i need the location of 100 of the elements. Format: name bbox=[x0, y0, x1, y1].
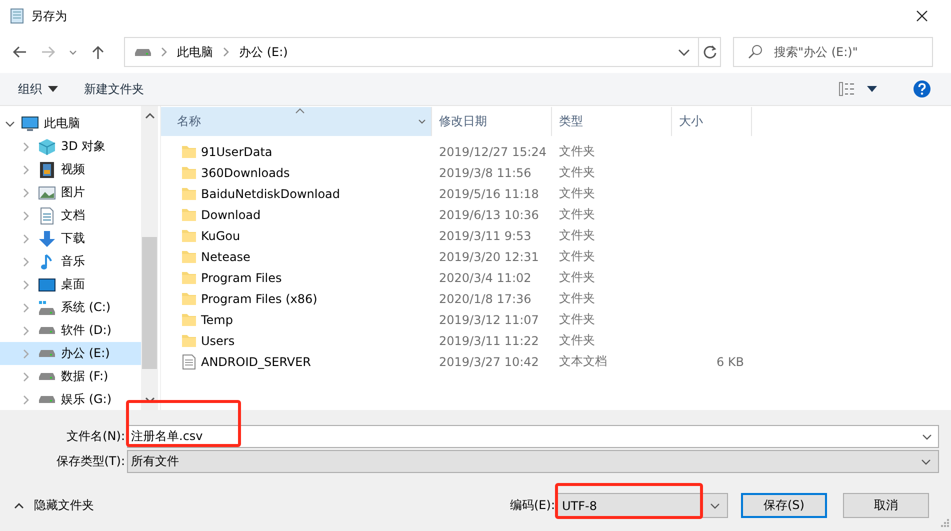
search-icon bbox=[747, 44, 763, 60]
cancel-button[interactable]: 取消 bbox=[843, 493, 929, 518]
computer-icon bbox=[21, 114, 39, 132]
chevron-right-icon bbox=[221, 46, 231, 58]
file-name: ANDROID_SERVER bbox=[201, 354, 311, 368]
refresh-icon bbox=[702, 44, 718, 60]
help-icon[interactable] bbox=[913, 80, 931, 98]
file-row[interactable]: BaiduNetdiskDownload 2019/5/16 11:18 文件夹 bbox=[161, 183, 951, 204]
save-button[interactable]: 保存(S) bbox=[741, 493, 827, 518]
tree-item[interactable]: 娱乐 (G:) bbox=[0, 388, 141, 411]
tree-item[interactable]: 软件 (D:) bbox=[0, 319, 141, 342]
tree-item[interactable]: 文档 bbox=[0, 204, 141, 227]
folder-icon bbox=[181, 206, 197, 222]
scrollbar[interactable] bbox=[141, 106, 158, 410]
tree-item[interactable]: 3D 对象 bbox=[0, 135, 141, 158]
hide-folders-button[interactable]: 隐藏文件夹 bbox=[10, 495, 98, 516]
breadcrumb[interactable]: 办公 (E:) bbox=[239, 44, 288, 60]
organize-menu[interactable]: 组织 bbox=[10, 78, 66, 100]
notepad-icon bbox=[9, 8, 25, 24]
file-size: 6 KB bbox=[716, 354, 744, 368]
cube-icon bbox=[38, 138, 56, 156]
caret-icon bbox=[48, 86, 58, 92]
tree-item[interactable]: 数据 (F:) bbox=[0, 365, 141, 388]
column-header[interactable]: 修改日期 bbox=[432, 107, 552, 136]
up-arrow-icon[interactable] bbox=[90, 44, 106, 60]
file-type: 文件夹 bbox=[559, 332, 595, 349]
chevron-right-icon bbox=[159, 46, 169, 58]
file-date: 2019/3/8 11:56 bbox=[439, 166, 532, 180]
encoding-dropdown[interactable]: UTF-8 bbox=[557, 493, 728, 518]
file-type: 文件夹 bbox=[559, 290, 595, 307]
scroll-up-icon bbox=[144, 112, 154, 120]
file-name: Temp bbox=[201, 312, 233, 326]
new-folder-button[interactable]: 新建文件夹 bbox=[76, 78, 152, 100]
chevron-up-icon bbox=[14, 502, 24, 510]
file-row[interactable]: Program Files 2020/3/4 11:02 文件夹 bbox=[161, 267, 951, 288]
search-field[interactable]: 搜索"办公 (E:)" bbox=[733, 37, 933, 67]
tree-item[interactable]: 办公 (E:) bbox=[0, 342, 141, 365]
tree-item[interactable]: 桌面 bbox=[0, 273, 141, 296]
file-row[interactable]: Users 2019/3/11 11:22 文件夹 bbox=[161, 330, 951, 351]
file-row[interactable]: Temp 2019/3/12 11:07 文件夹 bbox=[161, 309, 951, 330]
file-row[interactable]: 91UserData 2019/12/27 15:24 文件夹 bbox=[161, 141, 951, 162]
folder-icon bbox=[181, 332, 197, 348]
file-type: 文件夹 bbox=[559, 143, 595, 160]
drive-icon bbox=[39, 300, 55, 314]
file-name: 91UserData bbox=[201, 144, 272, 158]
column-header[interactable]: 类型 bbox=[552, 107, 672, 136]
file-date: 2019/3/27 10:42 bbox=[439, 354, 539, 368]
tree-item[interactable]: 系统 (C:) bbox=[0, 296, 141, 319]
file-type: 文件夹 bbox=[559, 311, 595, 328]
file-type: 文件夹 bbox=[559, 227, 595, 244]
file-type-dropdown[interactable]: 所有文件 bbox=[127, 450, 939, 473]
sort-up-icon bbox=[295, 108, 305, 114]
file-row[interactable]: Download 2019/6/13 10:36 文件夹 bbox=[161, 204, 951, 225]
file-date: 2019/6/13 10:36 bbox=[439, 208, 539, 222]
folder-icon bbox=[181, 312, 197, 328]
file-row[interactable]: Program Files (x86) 2020/1/8 17:36 文件夹 bbox=[161, 288, 951, 309]
down-arrow-icon bbox=[38, 230, 56, 248]
tree-item[interactable]: 图片 bbox=[0, 181, 141, 204]
resize-grip-icon bbox=[939, 519, 949, 529]
file-row[interactable]: ANDROID_SERVER 2019/3/27 10:42 文本文档 6 KB bbox=[161, 351, 951, 372]
column-header[interactable]: 名称 bbox=[161, 107, 432, 136]
tree-item[interactable]: 音乐 bbox=[0, 250, 141, 273]
file-type-label: 保存类型(T): bbox=[55, 453, 126, 470]
file-name: Program Files (x86) bbox=[201, 292, 318, 306]
file-row[interactable]: 360Downloads 2019/3/8 11:56 文件夹 bbox=[161, 162, 951, 183]
back-arrow-icon[interactable] bbox=[12, 44, 28, 60]
filename-label: 文件名(N): bbox=[66, 428, 126, 445]
list-view-icon bbox=[839, 82, 855, 96]
chevron-down-icon bbox=[417, 118, 427, 126]
folder-icon bbox=[181, 270, 197, 286]
file-date: 2020/1/8 17:36 bbox=[439, 292, 532, 306]
file-row[interactable]: KuGou 2019/3/11 9:53 文件夹 bbox=[161, 225, 951, 246]
column-header[interactable]: 大小 bbox=[672, 107, 752, 136]
drive-icon bbox=[39, 350, 55, 357]
address-bar[interactable]: 此电脑 办公 (E:) bbox=[124, 37, 699, 67]
tree-item[interactable]: 下载 bbox=[0, 227, 141, 250]
file-date: 2020/3/4 11:02 bbox=[439, 270, 532, 284]
folder-icon bbox=[181, 164, 197, 180]
drive-icon bbox=[39, 373, 55, 380]
refresh-button[interactable] bbox=[699, 37, 721, 67]
picture-icon bbox=[38, 184, 56, 202]
breadcrumb[interactable]: 此电脑 bbox=[177, 44, 213, 60]
file-name: Download bbox=[201, 208, 261, 222]
file-row[interactable]: Netease 2019/3/20 12:31 文件夹 bbox=[161, 246, 951, 267]
file-type: 文件夹 bbox=[559, 164, 595, 181]
desktop-icon bbox=[38, 276, 56, 294]
file-date: 2019/5/16 11:18 bbox=[439, 186, 539, 200]
scrollbar-thumb[interactable] bbox=[142, 237, 157, 369]
file-name: Netease bbox=[201, 250, 250, 264]
file-date: 2019/3/11 9:53 bbox=[439, 228, 532, 242]
close-icon[interactable] bbox=[915, 9, 929, 23]
filename-field[interactable]: 注册名单.csv bbox=[127, 425, 939, 448]
file-type: 文件夹 bbox=[559, 269, 595, 286]
folder-icon bbox=[181, 228, 197, 244]
document-icon bbox=[38, 206, 56, 224]
file-date: 2019/12/27 15:24 bbox=[439, 144, 547, 158]
file-date: 2019/3/12 11:07 bbox=[439, 312, 539, 326]
tree-item[interactable]: 视频 bbox=[0, 158, 141, 181]
text-file-icon bbox=[181, 354, 197, 370]
tree-item[interactable]: 此电脑 bbox=[0, 112, 141, 135]
